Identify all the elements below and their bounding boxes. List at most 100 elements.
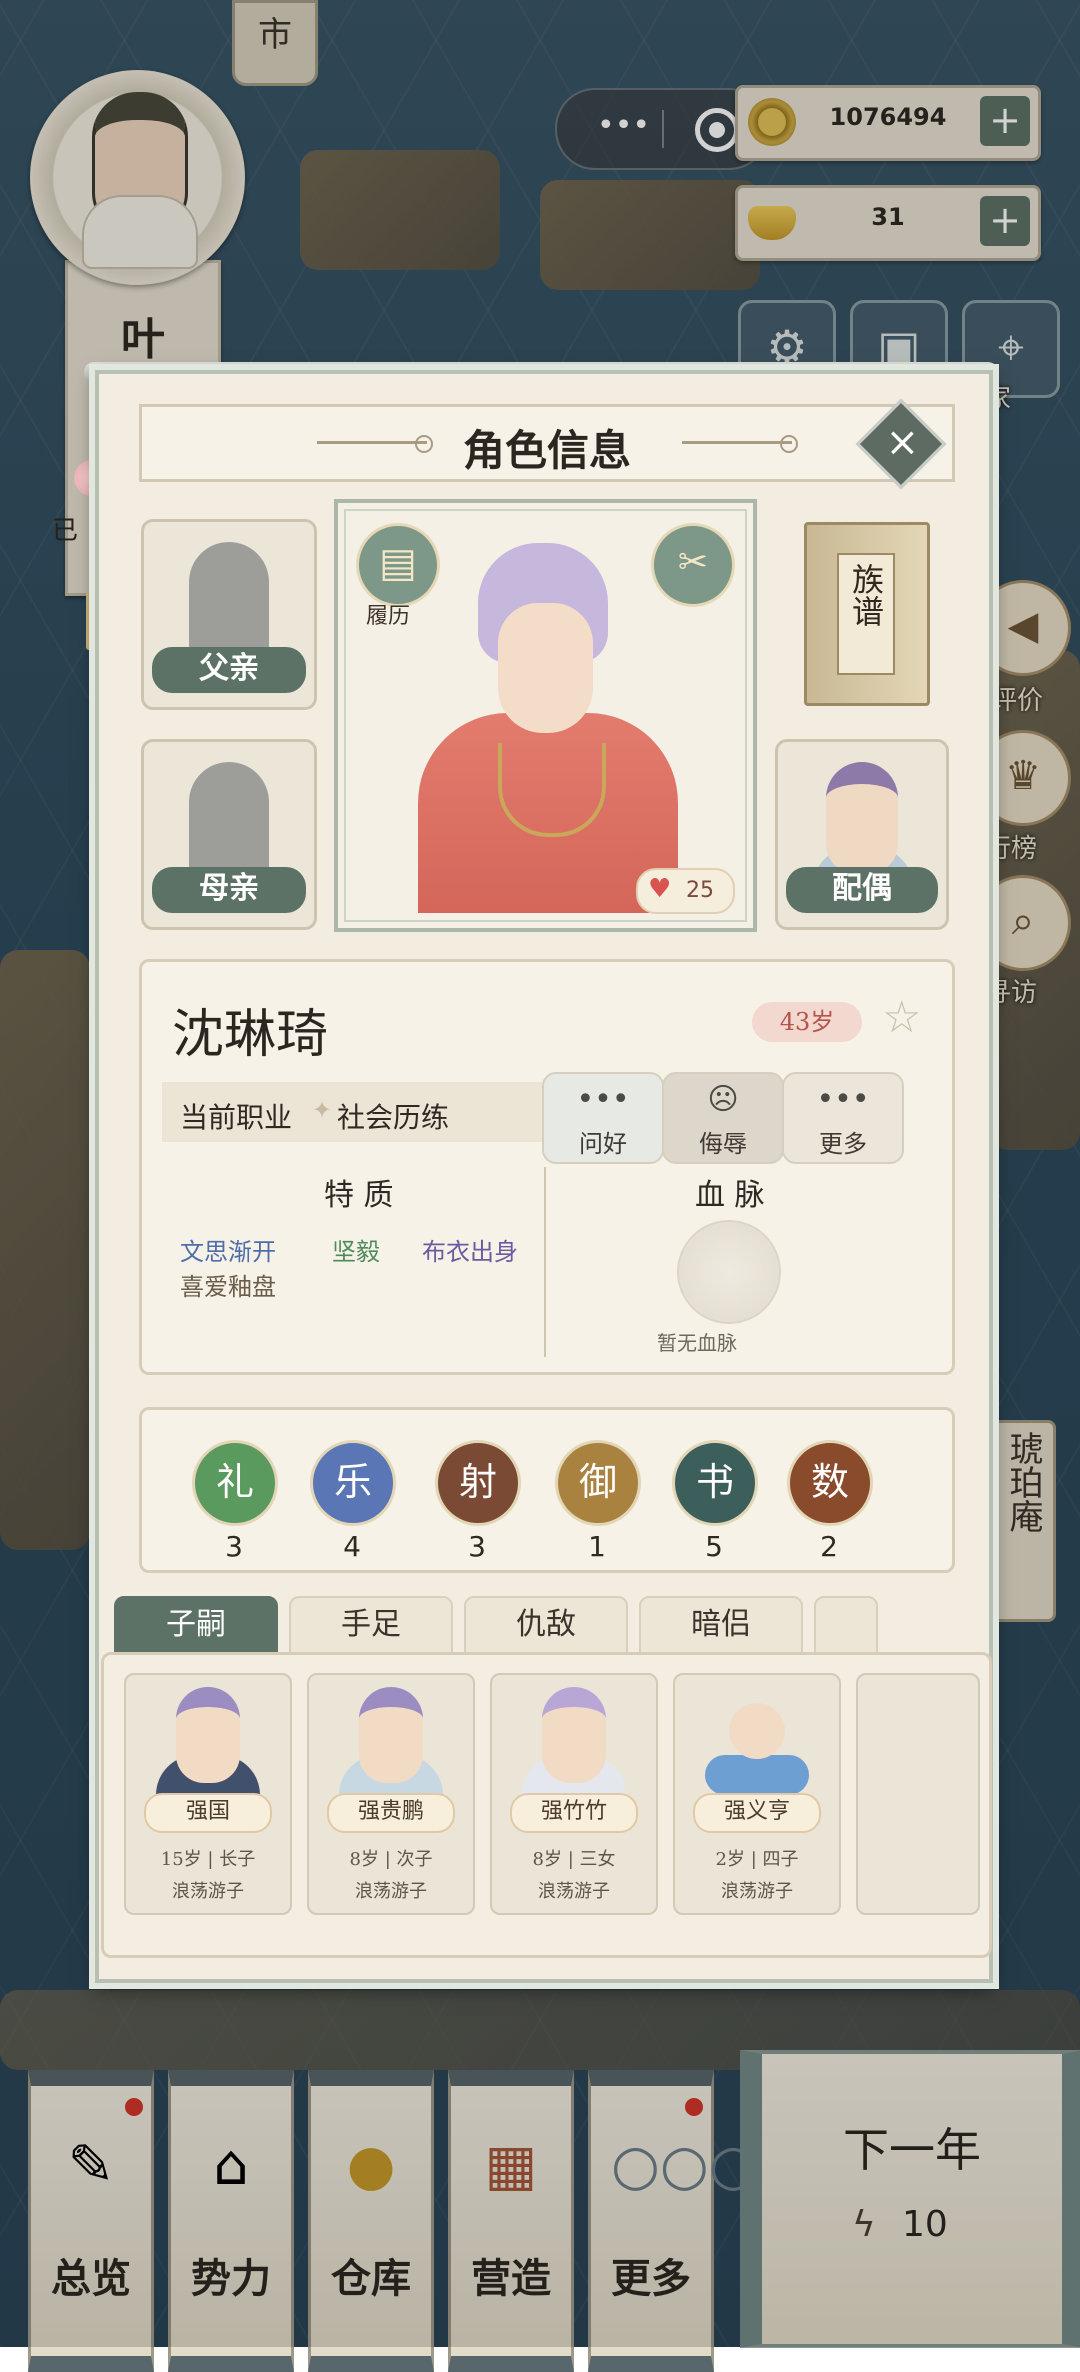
skill-icon: 乐: [310, 1440, 396, 1526]
mother-label: 母亲: [152, 867, 306, 913]
tab-lovers[interactable]: 暗侣: [639, 1596, 803, 1656]
child-portrait: [542, 1687, 606, 1783]
father-silhouette: [189, 542, 269, 662]
portrait-necklace: [498, 743, 606, 837]
child-card[interactable]: 强国 15岁 | 长子 浪荡游子: [124, 1673, 292, 1915]
more-dots-icon: •••: [816, 1082, 870, 1117]
skill-value: 3: [225, 1530, 243, 1563]
character-info-modal: 角色信息 × 父亲 母亲 ▤ 履历 ✂ ♥ 25 族谱 配偶 沈琳琦 43岁 ☆: [95, 370, 993, 1983]
spouse-card[interactable]: 配偶: [775, 739, 949, 930]
greet-label: 问好: [579, 1130, 627, 1158]
skill-yue[interactable]: 乐 4: [310, 1440, 396, 1563]
skill-value: 5: [705, 1530, 723, 1563]
heart-icon: ♥: [648, 874, 672, 904]
occupation-key: 当前职业: [180, 1101, 293, 1134]
tab-siblings[interactable]: 手足: [289, 1596, 453, 1656]
spouse-portrait: [826, 762, 898, 874]
bloodline-none-text: 暂无血脉: [657, 1331, 737, 1355]
scissors-edit-icon[interactable]: ✂: [651, 523, 735, 607]
children-list: 强国 15岁 | 长子 浪荡游子 强贵鹏 8岁 | 次子 浪荡游子 强竹竹 8岁…: [101, 1652, 992, 1958]
section-divider: [544, 1167, 546, 1357]
child-name: 强竹竹: [510, 1793, 638, 1833]
father-card[interactable]: 父亲: [141, 519, 317, 710]
child-name: 强义亨: [693, 1793, 821, 1833]
modal-title: 角色信息: [462, 426, 631, 475]
child-meta: 8岁 | 三女: [532, 1849, 616, 1870]
child-card[interactable]: 强贵鹏 8岁 | 次子 浪荡游子: [307, 1673, 475, 1915]
portrait-face: [498, 603, 593, 733]
occupation-value: 社会历练: [337, 1101, 450, 1134]
child-portrait: [729, 1703, 785, 1759]
favor-badge: ♥ 25: [636, 868, 735, 914]
child-rank: 三女: [579, 1849, 616, 1870]
phoenix-emblem-icon: [677, 1220, 781, 1324]
child-card-partial[interactable]: [856, 1673, 980, 1915]
child-status: 浪荡游子: [538, 1881, 610, 1902]
resume-label: 履历: [366, 604, 411, 629]
more-actions-button[interactable]: ••• 更多: [782, 1072, 904, 1164]
genealogy-book[interactable]: 族谱: [804, 522, 930, 706]
skill-li[interactable]: 礼 3: [192, 1440, 278, 1563]
bloodline-title: 血 脉: [695, 1178, 765, 1213]
skill-value: 1: [588, 1530, 606, 1563]
child-age: 15岁: [160, 1849, 202, 1870]
father-label: 父亲: [152, 647, 306, 693]
child-age: 2岁: [715, 1849, 745, 1870]
child-status: 浪荡游子: [355, 1881, 427, 1902]
angry-face-icon: ☹: [707, 1082, 739, 1117]
skill-shu[interactable]: 书 5: [672, 1440, 758, 1563]
skill-icon: 书: [672, 1440, 758, 1526]
tab-children[interactable]: 子嗣: [114, 1596, 278, 1656]
child-meta: 15岁 | 长子: [160, 1849, 256, 1870]
more-actions-label: 更多: [819, 1130, 867, 1158]
child-meta: 2岁 | 四子: [715, 1849, 799, 1870]
child-rank: 次子: [396, 1849, 433, 1870]
genealogy-text: 族谱: [847, 563, 885, 627]
character-name: 沈琳琦: [172, 1005, 329, 1065]
insult-button[interactable]: ☹ 侮辱: [662, 1072, 784, 1164]
child-swaddle: [705, 1755, 809, 1795]
character-portrait: ▤ 履历 ✂ ♥ 25: [334, 499, 757, 932]
skill-icon: 数: [787, 1440, 873, 1526]
child-meta: 8岁 | 次子: [349, 1849, 433, 1870]
skill-icon: 御: [555, 1440, 641, 1526]
skill-value: 2: [820, 1530, 838, 1563]
close-icon: ×: [885, 419, 920, 466]
child-portrait: [359, 1687, 423, 1783]
skill-she[interactable]: 射 3: [435, 1440, 521, 1563]
trait-tag[interactable]: 坚毅: [332, 1232, 380, 1267]
child-age: 8岁: [349, 1849, 379, 1870]
child-name: 强国: [144, 1793, 272, 1833]
child-card[interactable]: 强义亨 2岁 | 四子 浪荡游子: [673, 1673, 841, 1915]
tab-enemies[interactable]: 仇敌: [464, 1596, 628, 1656]
child-status: 浪荡游子: [721, 1881, 793, 1902]
child-rank: 长子: [219, 1849, 256, 1870]
traits-title: 特 质: [324, 1178, 394, 1213]
favorite-star-icon[interactable]: ☆: [882, 992, 921, 1043]
skill-value: 4: [343, 1530, 361, 1563]
spouse-label: 配偶: [786, 867, 938, 913]
age-badge: 43岁: [752, 1002, 862, 1042]
trait-tag[interactable]: 喜爱釉盘: [180, 1267, 276, 1302]
skills-panel: 礼 3 乐 4 射 3 御 1 书 5 数 2: [139, 1407, 955, 1573]
mother-card[interactable]: 母亲: [141, 739, 317, 930]
child-portrait: [176, 1687, 240, 1783]
character-details: 沈琳琦 43岁 ☆ 当前职业 ✦ 社会历练 ••• 问好 ☹ 侮辱 ••• 更多…: [139, 959, 955, 1375]
skill-yu[interactable]: 御 1: [555, 1440, 641, 1563]
scroll-resume-icon[interactable]: ▤: [356, 523, 440, 607]
diamond-separator-icon: ✦: [312, 1096, 333, 1124]
occupation-bar: 当前职业 ✦ 社会历练: [162, 1082, 542, 1142]
insult-label: 侮辱: [699, 1130, 747, 1158]
skill-icon: 射: [435, 1440, 521, 1526]
modal-header: 角色信息: [139, 404, 955, 482]
child-card[interactable]: 强竹竹 8岁 | 三女 浪荡游子: [490, 1673, 658, 1915]
child-name: 强贵鹏: [327, 1793, 455, 1833]
skill-shu-math[interactable]: 数 2: [787, 1440, 873, 1563]
child-age: 8岁: [532, 1849, 562, 1870]
skill-value: 3: [468, 1530, 486, 1563]
trait-tag[interactable]: 布衣出身: [422, 1232, 518, 1267]
child-status: 浪荡游子: [172, 1881, 244, 1902]
tab-overflow[interactable]: [814, 1596, 878, 1656]
greet-button[interactable]: ••• 问好: [542, 1072, 664, 1164]
trait-tag[interactable]: 文思渐开: [180, 1232, 276, 1267]
